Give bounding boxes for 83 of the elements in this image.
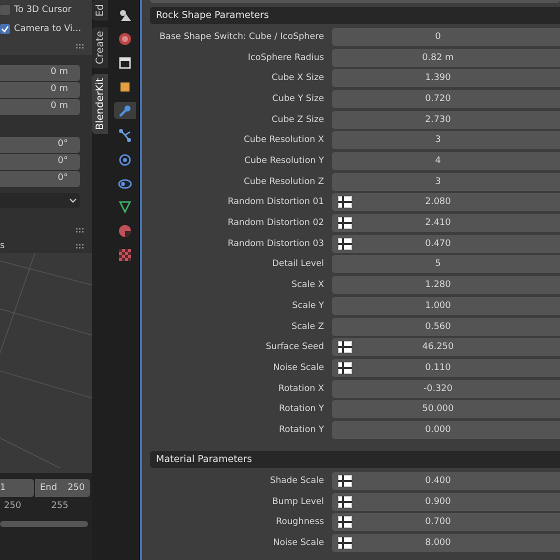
rotation-field[interactable]: 0° xyxy=(0,154,80,170)
panel-header[interactable]: Material Parameters xyxy=(150,450,560,468)
number-field[interactable]: 5 xyxy=(332,255,560,274)
grip-icon[interactable] xyxy=(76,228,84,233)
location-field[interactable]: 0 m xyxy=(0,99,80,115)
start-frame-field[interactable]: 1 xyxy=(0,479,34,497)
property-label: Roughness xyxy=(275,517,325,528)
property-label: Bump Level xyxy=(271,496,325,507)
number-field[interactable]: 50.000 xyxy=(332,400,560,418)
property-label: Rotation X xyxy=(277,384,325,394)
end-frame-field[interactable]: End 250 xyxy=(34,479,90,497)
number-field[interactable]: 1.280 xyxy=(332,276,560,294)
panel-label: s xyxy=(0,241,5,251)
property-label: Random Distortion 02 xyxy=(226,218,325,228)
property-label: Rotation Y xyxy=(278,404,325,414)
number-field[interactable]: 0.000 xyxy=(332,420,560,439)
number-field[interactable]: 2.730 xyxy=(332,110,560,129)
property-label: Detail Level xyxy=(271,259,325,270)
texture-icon[interactable] xyxy=(338,537,352,549)
texture-icon[interactable] xyxy=(338,474,352,487)
property-label: Cube Resolution X xyxy=(242,135,325,146)
option-label: To 3D Cursor xyxy=(14,4,72,14)
property-label: Cube Resolution Y xyxy=(243,156,325,166)
scrollbar[interactable] xyxy=(0,521,88,527)
number-field[interactable]: -0.320 xyxy=(332,380,560,398)
number-field[interactable]: 0 xyxy=(332,28,560,46)
property-label: Scale Y xyxy=(291,300,325,311)
location-field[interactable]: 0 m xyxy=(0,65,80,81)
texture-icon[interactable] xyxy=(338,496,352,508)
texture-icon[interactable] xyxy=(338,217,352,230)
property-label: IcoSphere Radius xyxy=(246,52,325,63)
frame-tick: 255 xyxy=(51,501,68,511)
texture-icon[interactable] xyxy=(338,516,352,528)
property-label: Rotation Y xyxy=(278,424,325,435)
number-field[interactable]: 2.410 xyxy=(332,214,560,232)
number-field[interactable]: 3 xyxy=(332,131,560,150)
number-field[interactable]: 46.250 xyxy=(332,338,560,356)
panel-header[interactable]: Rock Shape Parameters xyxy=(150,6,560,24)
rotation-field[interactable]: 0° xyxy=(0,137,80,153)
property-label: Cube Resolution Z xyxy=(242,176,325,187)
property-label: Shade Scale xyxy=(268,476,325,486)
sidebar-tab[interactable]: Create xyxy=(92,26,108,68)
texture-icon[interactable] xyxy=(338,362,352,374)
property-label: Cube Z Size xyxy=(270,114,325,125)
number-field[interactable]: 4 xyxy=(332,152,560,170)
rotation-field[interactable]: 0° xyxy=(0,171,80,187)
property-label: Cube X Size xyxy=(270,73,325,84)
number-field[interactable]: 0.400 xyxy=(332,472,560,490)
property-label: Cube Y Size xyxy=(271,94,325,104)
property-label: Scale X xyxy=(290,280,325,290)
frame-tick: 250 xyxy=(4,501,22,511)
number-field[interactable]: 0.720 xyxy=(332,90,560,108)
option-label: Camera to Vi... xyxy=(14,24,82,34)
property-label: Base Shape Switch: Cube / IcoSphere xyxy=(158,32,325,42)
number-field[interactable]: 0.470 xyxy=(332,234,560,253)
property-label: Random Distortion 03 xyxy=(226,238,325,249)
number-field[interactable]: 1.390 xyxy=(332,69,560,88)
property-label: Noise Scale xyxy=(272,538,325,548)
texture-icon[interactable] xyxy=(338,196,352,208)
number-field[interactable]: 8.000 xyxy=(332,534,560,552)
number-field[interactable]: 0.82 m xyxy=(332,48,560,67)
sidebar-tab[interactable]: BlenderKit xyxy=(92,74,108,134)
grip-icon[interactable] xyxy=(76,44,84,49)
number-field[interactable]: 0.900 xyxy=(332,492,560,511)
number-field[interactable]: 0.700 xyxy=(332,513,560,532)
number-field[interactable]: 2.080 xyxy=(332,193,560,212)
checkbox[interactable] xyxy=(0,24,10,34)
property-label: Scale Z xyxy=(290,322,325,332)
number-field[interactable]: 0.560 xyxy=(332,318,560,336)
number-field[interactable]: 1.000 xyxy=(332,296,560,315)
property-label: Random Distortion 01 xyxy=(226,197,325,208)
texture-icon[interactable] xyxy=(338,341,352,354)
chevron-icon xyxy=(69,198,77,204)
property-label: Noise Scale xyxy=(272,362,325,373)
grip-icon[interactable] xyxy=(76,244,84,248)
location-field[interactable]: 0 m xyxy=(0,82,80,98)
texture-icon[interactable] xyxy=(338,238,352,250)
sidebar-tab[interactable]: Ed xyxy=(92,0,108,21)
modifier-tab-icon[interactable] xyxy=(114,102,136,119)
checkbox[interactable] xyxy=(0,4,10,14)
number-field[interactable]: 3 xyxy=(332,172,560,191)
property-label: Surface Seed xyxy=(264,342,325,352)
number-field[interactable]: 0.110 xyxy=(332,358,560,377)
